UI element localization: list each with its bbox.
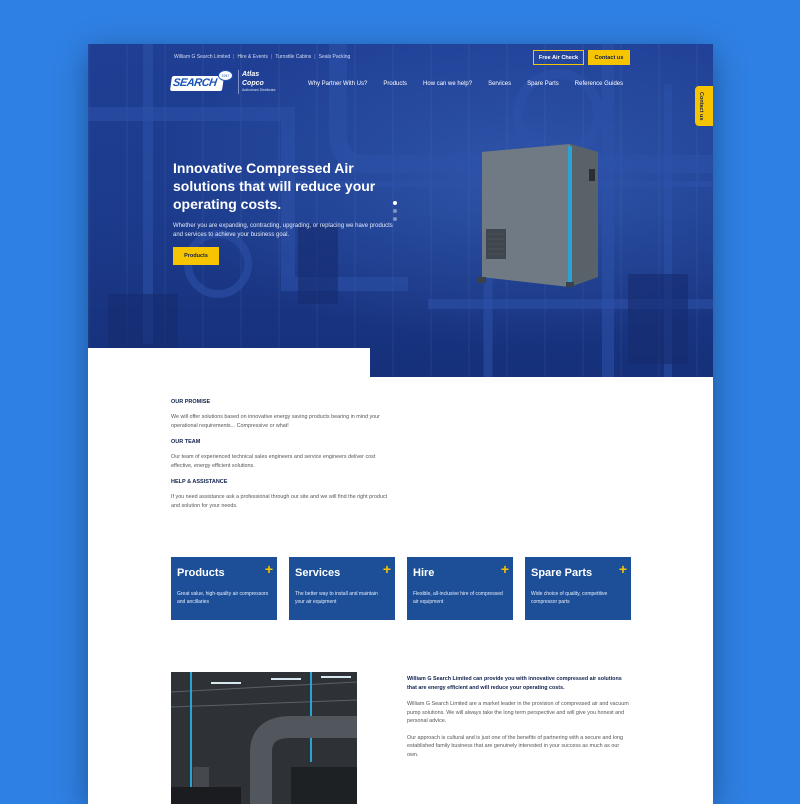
slider-dot-1[interactable] xyxy=(393,201,397,205)
team-heading: OUR TEAM xyxy=(171,439,201,445)
feature-cards: Products + Great value, high-quality air… xyxy=(171,557,631,620)
atlas-copco-text: Atlas Copco xyxy=(242,71,264,87)
about-lead: William G Search Limited can provide you… xyxy=(407,676,622,691)
nav-item-services[interactable]: Services xyxy=(488,81,511,87)
website-mockup: William G Search Limited | Hire & Events |… xyxy=(88,44,713,804)
card-description: Flexible, all-inclusive hire of compress… xyxy=(413,591,503,605)
authorised-distributor-text: Authorised Distributor xyxy=(242,88,276,92)
slider-dot-2[interactable] xyxy=(393,209,397,213)
hero-products-button[interactable]: Products xyxy=(173,247,219,265)
main-nav: Why Partner With Us? Products How can we… xyxy=(308,81,639,87)
plus-icon: + xyxy=(382,561,391,577)
card-description: Great value, high-quality air compressor… xyxy=(177,591,269,605)
top-links-bar: William G Search Limited | Hire & Events |… xyxy=(171,54,353,60)
nav-item-why-partner[interactable]: Why Partner With Us? xyxy=(308,81,367,87)
card-hire[interactable]: Hire + Flexible, all-inclusive hire of c… xyxy=(407,557,513,620)
card-title: Services xyxy=(295,567,341,579)
nav-item-how-can-we-help[interactable]: How can we help? xyxy=(423,81,472,87)
plus-icon: + xyxy=(618,561,627,577)
help-text: If you need assistance ask a professiona… xyxy=(171,494,388,509)
hero-bottom-cutout xyxy=(88,348,370,388)
help-heading: HELP & ASSISTANCE xyxy=(171,479,228,485)
nav-item-spare-parts[interactable]: Spare Parts xyxy=(527,81,559,87)
card-title: Spare Parts xyxy=(531,567,593,579)
air-compressor-image xyxy=(478,144,598,287)
promise-heading: OUR PROMISE xyxy=(171,399,211,405)
facility-photo xyxy=(171,672,357,804)
nav-item-products[interactable]: Products xyxy=(383,81,407,87)
card-title: Products xyxy=(177,567,225,579)
card-description: The better way to install and maintain y… xyxy=(295,591,378,605)
promise-text: We will offer solutions based on innovat… xyxy=(171,414,380,429)
search-logo-text: SEARCH xyxy=(172,77,218,89)
nav-item-reference-guides[interactable]: Reference Guides xyxy=(575,81,623,87)
intro-section: OUR PROMISE We will offer solutions base… xyxy=(171,399,396,519)
top-link-company[interactable]: William G Search Limited xyxy=(171,54,233,60)
hero-subtitle: Whether you are expanding, contracting, … xyxy=(173,223,393,238)
about-section: William G Search Limited can provide you… xyxy=(407,675,631,767)
free-air-check-button[interactable]: Free Air Check xyxy=(533,50,584,65)
team-text: Our team of experienced technical sales … xyxy=(171,454,376,469)
facility-photo-illustration xyxy=(171,672,357,804)
atlas-copco-logo: Atlas Copco Authorised Distributor xyxy=(238,70,278,94)
slider-dots xyxy=(393,201,397,225)
hero-title: Innovative Compressed Air solutions that… xyxy=(173,160,376,212)
contact-us-button[interactable]: Contact us xyxy=(588,50,630,65)
slider-dot-3[interactable] xyxy=(393,217,397,221)
card-spare-parts[interactable]: Spare Parts + Wide choice of quality, co… xyxy=(525,557,631,620)
top-link-turnstile-cabins[interactable]: Turnstile Cabins xyxy=(272,54,314,60)
hero-section: William G Search Limited | Hire & Events |… xyxy=(88,44,713,377)
card-title: Hire xyxy=(413,567,435,579)
top-link-seals-packing[interactable]: Seals Packing xyxy=(316,54,354,60)
top-link-hire-events[interactable]: Hire & Events xyxy=(234,54,271,60)
logo-badge: 1947 xyxy=(218,70,233,81)
contact-us-side-tab[interactable]: Contact us xyxy=(695,86,713,126)
about-paragraph-2: Our approach is cultural and is just one… xyxy=(407,734,624,758)
plus-icon: + xyxy=(500,561,509,577)
card-description: Wide choice of quality, competitive comp… xyxy=(531,591,608,605)
about-paragraph-1: William G Search Limited are a market le… xyxy=(407,701,629,724)
card-products[interactable]: Products + Great value, high-quality air… xyxy=(171,557,277,620)
search-logo[interactable]: SEARCH xyxy=(169,76,225,91)
card-services[interactable]: Services + The better way to install and… xyxy=(289,557,395,620)
contact-tab-label: Contact us xyxy=(698,92,704,121)
plus-icon: + xyxy=(264,561,273,577)
